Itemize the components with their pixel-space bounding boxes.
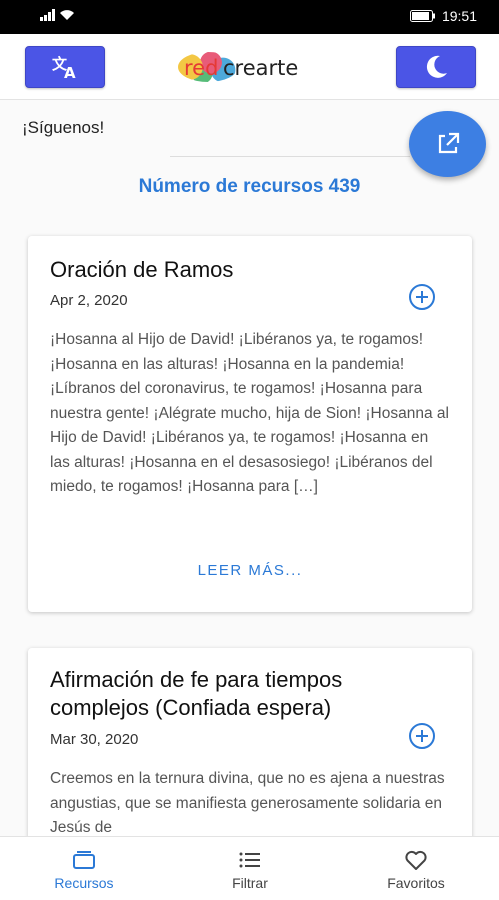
heart-icon (405, 850, 427, 870)
signal-icon (40, 9, 55, 21)
card-title: Afirmación de fe para tiempos complejos … (50, 667, 343, 720)
folder-icon (73, 851, 95, 869)
wifi-icon (60, 10, 74, 20)
status-bar: 19:51 (0, 0, 499, 34)
status-left (40, 9, 75, 21)
card-title: Oración de Ramos (50, 257, 234, 282)
follow-label: ¡Síguenos! (22, 118, 105, 137)
app-logo: red crearte (178, 50, 324, 86)
logo-red-text: red (184, 56, 219, 80)
nav-label: Favoritos (387, 875, 445, 891)
add-favorite-icon[interactable] (408, 722, 436, 750)
card-excerpt: Creemos en la ternura divina, que no es … (50, 770, 445, 836)
card-date: Mar 30, 2020 (50, 731, 139, 748)
dark-mode-button[interactable] (396, 46, 476, 88)
card-excerpt: ¡Hosanna al Hijo de David! ¡Libéranos ya… (50, 331, 449, 495)
translate-button[interactable]: 文 A (25, 46, 105, 88)
card-date: Apr 2, 2020 (50, 292, 128, 309)
nav-label: Recursos (54, 875, 114, 891)
app-header: 文 A red crearte (0, 34, 499, 100)
svg-text:A: A (64, 64, 76, 80)
status-time: 19:51 (441, 8, 477, 24)
battery-icon (409, 10, 435, 22)
share-fab[interactable] (409, 111, 486, 177)
status-right: 19:51 (409, 8, 477, 24)
follow-divider (170, 156, 410, 157)
translate-icon: 文 A (52, 55, 76, 80)
nav-item-filter[interactable]: Filtrar (190, 837, 310, 900)
moon-icon (426, 55, 447, 78)
resource-count: Número de recursos 439 (138, 176, 361, 197)
logo-crearte-text: crearte (223, 56, 299, 80)
bottom-navigation: Recursos Filtrar Favoritos (0, 836, 499, 900)
resource-card[interactable]: Afirmación de fe para tiempos complejos … (28, 648, 472, 848)
nav-label: Filtrar (232, 875, 268, 891)
nav-item-favorites[interactable]: Favoritos (356, 837, 476, 900)
add-favorite-icon[interactable] (408, 283, 436, 311)
nav-item-resources[interactable]: Recursos (24, 837, 144, 900)
filter-list-icon (239, 852, 260, 868)
open-external-icon (438, 132, 459, 154)
read-more-button[interactable]: LEER MÁS... (28, 562, 472, 579)
resource-card[interactable]: Oración de Ramos Apr 2, 2020 ¡Hosanna al… (28, 236, 472, 612)
